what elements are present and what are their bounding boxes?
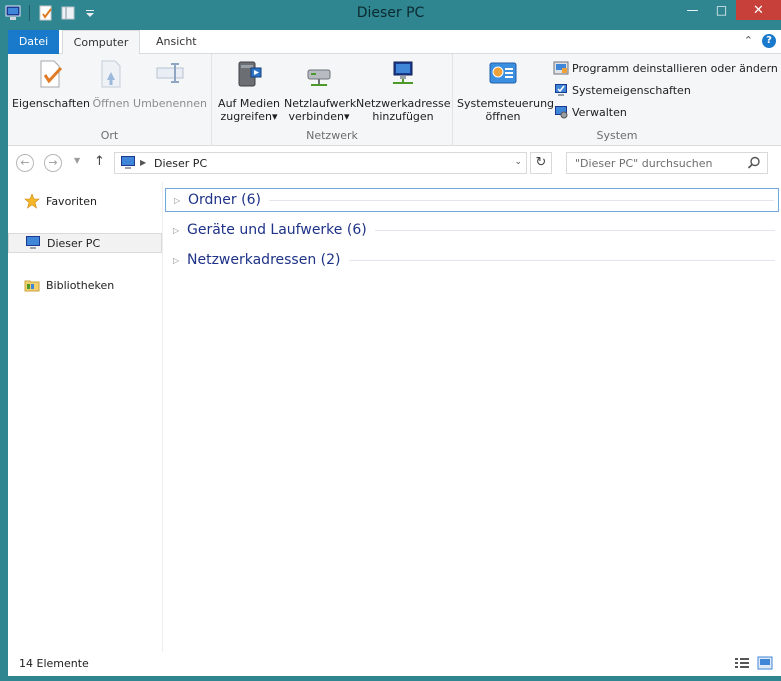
maximize-button[interactable]: □: [707, 0, 736, 20]
group-header-devices[interactable]: ▷ Geräte und Laufwerke (6): [165, 218, 779, 242]
minimize-button[interactable]: —: [678, 0, 707, 20]
group-label-location: Ort: [100, 129, 119, 142]
uninstall-program-icon: [553, 61, 569, 75]
ribbon-group-location: Eigenschaften Öffnen Umbenennen Ort: [8, 54, 212, 146]
tab-file[interactable]: Datei: [8, 30, 59, 54]
status-bar: 14 Elemente: [8, 652, 781, 676]
navigation-pane: Favoriten Dieser PC Bibliotheken: [8, 182, 163, 652]
help-icon[interactable]: ?: [762, 34, 776, 48]
group-header-network-locations[interactable]: ▷ Netzwerkadressen (2): [165, 248, 779, 272]
recent-locations-dropdown[interactable]: ▼: [74, 156, 80, 165]
network-location-icon: [393, 61, 413, 84]
add-network-location-button[interactable]: Netzwerkadresse hinzufügen: [356, 58, 451, 123]
tab-view[interactable]: Ansicht: [144, 30, 209, 54]
search-box[interactable]: [566, 152, 768, 174]
rename-button[interactable]: Umbenennen: [132, 58, 208, 110]
computer-icon: [26, 236, 40, 249]
refresh-button[interactable]: ↻: [530, 152, 552, 174]
expand-arrow-icon[interactable]: ▷: [173, 226, 181, 235]
expand-arrow-icon[interactable]: ▷: [174, 196, 182, 205]
ribbon: Eigenschaften Öffnen Umbenennen Ort Auf …: [8, 54, 781, 146]
rename-icon: [156, 63, 184, 83]
manage-computer-icon: [555, 106, 568, 119]
group-header-folders[interactable]: ▷ Ordner (6): [165, 188, 779, 212]
breadcrumb-this-pc[interactable]: Dieser PC: [154, 157, 207, 170]
forward-button[interactable]: →: [44, 154, 62, 172]
ribbon-group-system: Systemsteuerung öffnen Programm deinstal…: [453, 54, 781, 146]
title-bar: Dieser PC — □ ✕: [0, 0, 781, 29]
address-bar[interactable]: ▶ Dieser PC ⌄: [114, 152, 527, 174]
group-label-network: Netzwerk: [306, 129, 358, 142]
map-network-drive-button[interactable]: Netzlaufwerk verbinden▾: [284, 58, 356, 123]
details-view-icon[interactable]: [734, 656, 750, 670]
group-divider: [268, 199, 774, 201]
media-server-icon: [238, 61, 262, 87]
address-row: ← → ▼ ↑ ▶ Dieser PC ⌄ ↻: [8, 146, 781, 182]
library-folder-icon: [24, 280, 40, 292]
group-divider: [348, 259, 775, 261]
window-title: Dieser PC: [356, 5, 425, 21]
search-input[interactable]: [567, 153, 742, 173]
ribbon-tab-bar: Datei Computer Ansicht ⌃ ?: [8, 30, 781, 55]
system-properties-icon: [555, 84, 567, 96]
nav-item-favorites[interactable]: Favoriten: [8, 191, 162, 211]
network-drive-icon: [307, 69, 331, 86]
access-media-button[interactable]: Auf Medien zugreifen▾: [216, 58, 282, 123]
properties-button[interactable]: Eigenschaften: [12, 58, 90, 110]
window-controls: — □ ✕: [678, 0, 781, 20]
collapse-ribbon-icon[interactable]: ⌃: [744, 34, 753, 47]
nav-item-libraries[interactable]: Bibliotheken: [8, 275, 162, 295]
open-control-panel-button[interactable]: Systemsteuerung öffnen: [457, 58, 554, 123]
large-icons-view-icon[interactable]: [757, 656, 773, 670]
up-arrow-icon[interactable]: ↑: [94, 154, 105, 169]
uninstall-program-button[interactable]: Programm deinstallieren oder ändern: [553, 60, 778, 76]
properties-icon: [40, 60, 63, 88]
breadcrumb-separator-icon[interactable]: ▶: [140, 158, 146, 167]
expand-arrow-icon[interactable]: ▷: [173, 256, 181, 265]
open-button[interactable]: Öffnen: [90, 58, 132, 110]
close-button[interactable]: ✕: [736, 0, 781, 20]
content-area: Favoriten Dieser PC Bibliotheken ▷ Ordne…: [8, 182, 781, 652]
item-count: 14 Elemente: [19, 657, 89, 670]
system-properties-button[interactable]: Systemeigenschaften: [553, 82, 691, 98]
group-label-system: System: [596, 129, 638, 142]
open-icon: [101, 60, 121, 88]
computer-icon: [121, 156, 135, 169]
explorer-window: Dieser PC — □ ✕ Datei Computer Ansicht ⌃…: [0, 0, 781, 681]
tab-computer[interactable]: Computer: [62, 30, 140, 55]
file-view: ▷ Ordner (6) ▷ Geräte und Laufwerke (6) …: [165, 182, 781, 652]
ribbon-group-network: Auf Medien zugreifen▾ Netzlaufwerk verbi…: [212, 54, 453, 146]
back-button[interactable]: ←: [16, 154, 34, 172]
star-icon: [24, 193, 40, 209]
group-divider: [374, 229, 775, 231]
address-history-dropdown-icon[interactable]: ⌄: [514, 157, 522, 167]
nav-item-this-pc[interactable]: Dieser PC: [8, 233, 162, 253]
manage-button[interactable]: Verwalten: [553, 104, 627, 120]
control-panel-icon: [489, 62, 517, 84]
search-icon[interactable]: [747, 156, 761, 170]
